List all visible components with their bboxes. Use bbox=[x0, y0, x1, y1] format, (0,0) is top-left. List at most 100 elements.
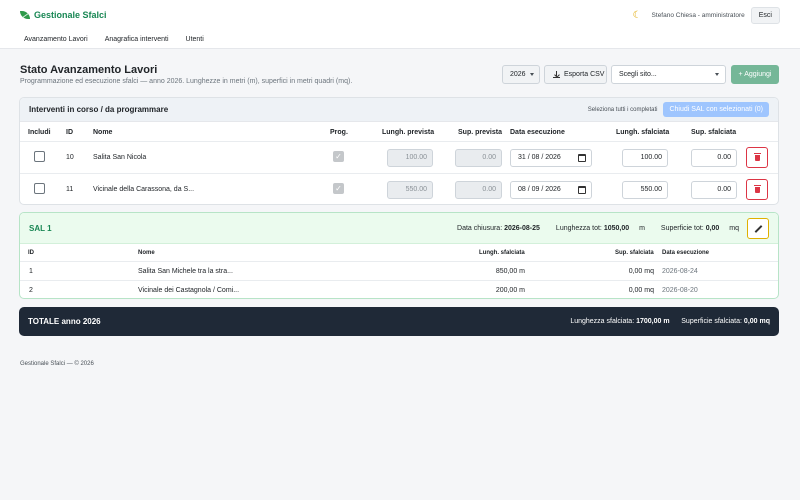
prog-checkbox: ✓ bbox=[333, 183, 344, 194]
len-plan-input: 550.00 bbox=[387, 181, 433, 199]
main-nav: Avanzamento Lavori Anagrafica interventi… bbox=[0, 30, 800, 49]
total-len-value: 1700,00 m bbox=[636, 318, 670, 325]
close-sal-button[interactable]: Chiudi SAL con selezionati (0) bbox=[663, 102, 769, 117]
brand-name: Gestionale Sfalci bbox=[34, 10, 107, 20]
calendar-icon[interactable] bbox=[578, 154, 586, 162]
leaf-icon bbox=[20, 11, 30, 19]
sal-col-name: Nome bbox=[138, 250, 155, 256]
row-name: Salita San Nicola bbox=[93, 154, 147, 161]
date-value: 08 / 09 / 2026 bbox=[518, 186, 561, 193]
closing-value: 2026-08-25 bbox=[504, 224, 540, 232]
sal-col-id: ID bbox=[28, 250, 34, 256]
interventi-card: Interventi in corso / da programmare Sel… bbox=[19, 97, 779, 205]
sup-total-value: 0,00 bbox=[705, 224, 720, 232]
sup-done-input[interactable]: 0.00 bbox=[691, 181, 737, 199]
col-name: Nome bbox=[93, 129, 113, 136]
user-label: Stefano Chiesa - amministratore bbox=[651, 11, 745, 19]
sal-row-len: 200,00 m bbox=[495, 287, 525, 294]
sal-table-row: 1 Salita San Michele tra la stra... 850,… bbox=[20, 262, 778, 281]
sal-sup-total: Superficie tot: 0,00 mq bbox=[653, 225, 739, 232]
sal-row-date: 2026-08-20 bbox=[662, 287, 698, 294]
calendar-icon[interactable] bbox=[578, 186, 586, 194]
pencil-icon[interactable] bbox=[747, 217, 769, 239]
nav-avanzamento-lavori[interactable]: Avanzamento Lavori bbox=[24, 36, 88, 43]
include-checkbox[interactable] bbox=[34, 151, 45, 162]
len-done-input[interactable]: 100.00 bbox=[622, 149, 668, 167]
sal-row-id: 2 bbox=[29, 287, 33, 294]
col-include: Includi bbox=[28, 129, 51, 136]
sup-done-input[interactable]: 0.00 bbox=[691, 149, 737, 167]
len-plan-input: 100.00 bbox=[387, 149, 433, 167]
moon-icon[interactable]: ☾ bbox=[633, 10, 642, 21]
sal-col-sup: Sup. sfalciata bbox=[615, 250, 654, 256]
sal-len-total: Lunghezza tot: 1050,00 m bbox=[548, 225, 645, 232]
col-sup-done: Sup. sfalciata bbox=[691, 129, 737, 136]
col-prog: Prog. bbox=[330, 129, 348, 136]
select-all-completed[interactable]: Seleziona tutti i completati bbox=[588, 107, 658, 113]
sup-total-label: Superficie tot: bbox=[660, 224, 704, 232]
col-sup-plan: Sup. prevista bbox=[458, 129, 502, 136]
table-header: Includi ID Nome Prog. Lungh. prevista Su… bbox=[20, 123, 778, 142]
include-checkbox[interactable] bbox=[34, 183, 45, 194]
year-select[interactable]: 2026 bbox=[502, 65, 540, 84]
len-total-unit: m bbox=[639, 224, 645, 232]
row-id: 11 bbox=[66, 186, 74, 193]
export-label: Esporta CSV bbox=[564, 71, 605, 78]
nav-anagrafica-interventi[interactable]: Anagrafica interventi bbox=[105, 36, 169, 43]
len-done-input[interactable]: 550.00 bbox=[622, 181, 668, 199]
sal-card: SAL 1 Data chiusura: 2026-08-25 Lunghezz… bbox=[19, 212, 779, 299]
col-len-plan: Lungh. prevista bbox=[382, 129, 435, 136]
sal-row-date: 2026-08-24 bbox=[662, 268, 698, 275]
date-value: 31 / 08 / 2026 bbox=[518, 154, 561, 161]
sal-row-len: 850,00 m bbox=[495, 268, 525, 275]
export-csv-button[interactable]: Esporta CSV bbox=[544, 65, 607, 84]
sal-closing: Data chiusura: 2026-08-25 bbox=[449, 225, 540, 232]
add-button[interactable]: + Aggiungi bbox=[731, 65, 779, 84]
download-icon bbox=[553, 71, 560, 78]
top-bar: Gestionale Sfalci ☾ Stefano Chiesa - amm… bbox=[0, 0, 800, 30]
interventi-title: Interventi in corso / da programmare bbox=[29, 105, 169, 114]
sal-table-header: ID Nome Lungh. sfalciata Sup. sfalciata … bbox=[20, 245, 778, 262]
table-row: 11 Vicinale della Carassona, da S... ✓ 5… bbox=[20, 174, 778, 204]
sal-col-len: Lungh. sfalciata bbox=[479, 250, 525, 256]
total-len-label: Lunghezza sfalciata: bbox=[570, 318, 635, 325]
sal-row-name: Vicinale dei Castagnola / Comi... bbox=[138, 287, 240, 294]
total-label: TOTALE anno 2026 bbox=[28, 317, 101, 326]
footer: Gestionale Sfalci — © 2026 bbox=[20, 361, 94, 367]
delete-button[interactable] bbox=[746, 179, 768, 200]
add-label: + Aggiungi bbox=[738, 71, 772, 78]
sup-plan-input: 0.00 bbox=[455, 149, 502, 167]
sal-table-row: 2 Vicinale dei Castagnola / Comi... 200,… bbox=[20, 281, 778, 298]
row-id: 10 bbox=[66, 154, 74, 161]
total-values: Lunghezza sfalciata: 1700,00 m Superfici… bbox=[570, 318, 770, 325]
brand[interactable]: Gestionale Sfalci bbox=[20, 10, 107, 20]
sup-plan-input: 0.00 bbox=[455, 181, 502, 199]
trash-icon bbox=[754, 185, 761, 186]
len-total-value: 1050,00 bbox=[603, 224, 630, 232]
site-select[interactable]: Scegli sito... bbox=[611, 65, 726, 84]
nav-utenti[interactable]: Utenti bbox=[186, 36, 204, 43]
sal-row-name: Salita San Michele tra la stra... bbox=[138, 268, 233, 275]
table-row: 10 Salita San Nicola ✓ 100.00 0.00 31 / … bbox=[20, 142, 778, 174]
closing-label: Data chiusura: bbox=[457, 224, 503, 232]
page-subtitle: Programmazione ed esecuzione sfalci — an… bbox=[20, 78, 353, 85]
total-sup-label: Superficie sfalciata: bbox=[681, 318, 742, 325]
year-value: 2026 bbox=[510, 71, 526, 78]
col-id: ID bbox=[66, 129, 73, 136]
sal-row-sup: 0,00 mq bbox=[628, 287, 654, 294]
chevron-down-icon bbox=[715, 73, 719, 76]
col-date: Data esecuzione bbox=[510, 129, 565, 136]
len-total-label: Lunghezza tot: bbox=[555, 224, 602, 232]
row-name: Vicinale della Carassona, da S... bbox=[93, 186, 195, 193]
page-title: Stato Avanzamento Lavori bbox=[20, 64, 158, 76]
prog-checkbox: ✓ bbox=[333, 151, 344, 162]
trash-icon bbox=[754, 153, 761, 154]
site-placeholder: Scegli sito... bbox=[619, 71, 657, 78]
sal-row-id: 1 bbox=[29, 268, 33, 275]
date-input[interactable]: 08 / 09 / 2026 bbox=[510, 181, 592, 199]
sup-total-unit: mq bbox=[729, 224, 739, 232]
logout-button[interactable]: Esci bbox=[750, 6, 780, 24]
date-input[interactable]: 31 / 08 / 2026 bbox=[510, 149, 592, 167]
sal-col-date: Data esecuzione bbox=[662, 250, 710, 256]
delete-button[interactable] bbox=[746, 147, 768, 168]
